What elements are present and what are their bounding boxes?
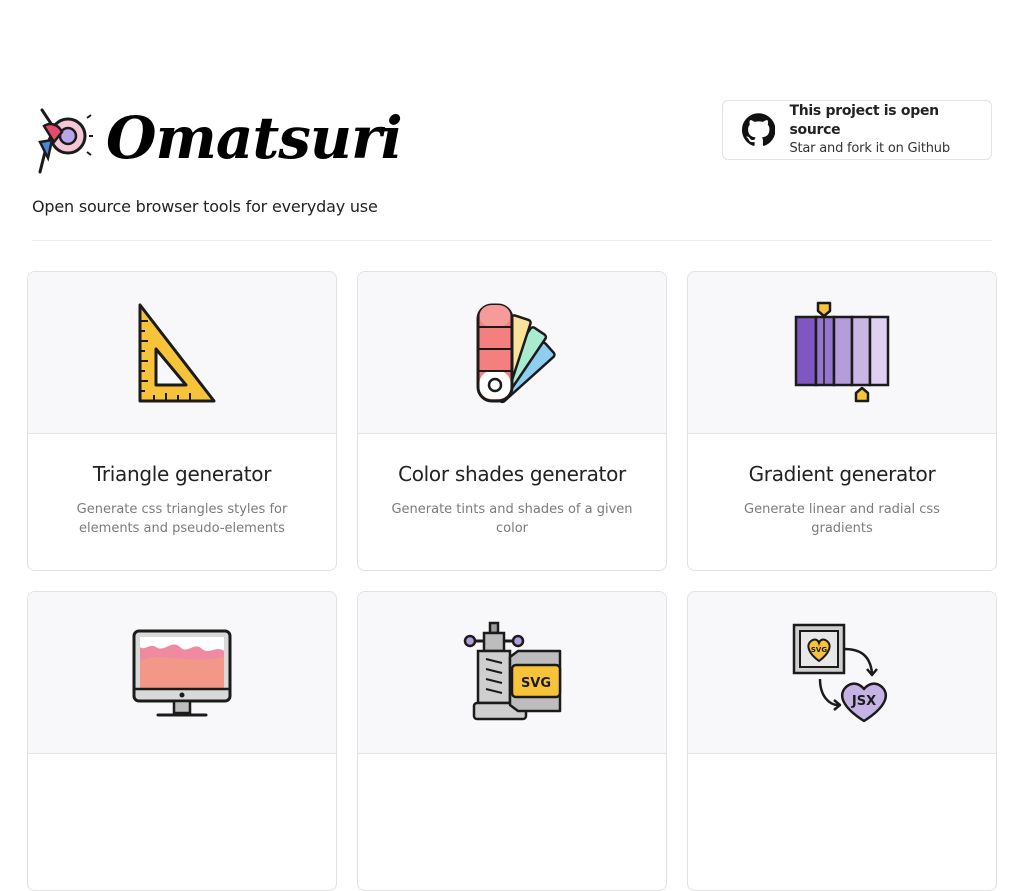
card-illustration: SVG <box>358 592 666 754</box>
set-square-icon <box>138 303 216 402</box>
card-illustration <box>358 272 666 434</box>
svg-text:SVG: SVG <box>811 646 827 654</box>
github-card-title: This project is open source <box>789 103 939 138</box>
tools-grid: Triangle generator Generate css triangle… <box>27 271 997 891</box>
card-title: Gradient generator <box>748 462 936 486</box>
card-title: Triangle generator <box>92 462 272 486</box>
logo-link[interactable]: Omatsuri <box>32 100 403 176</box>
card-illustration <box>28 272 336 434</box>
tool-card-triangle-generator[interactable]: Triangle generator Generate css triangle… <box>27 271 337 571</box>
omatsuri-mascot-icon <box>38 108 93 174</box>
svg-to-jsx-heart-icon: SVG JSX <box>792 623 887 722</box>
tool-card-svg-to-jsx[interactable]: SVG JSX <box>687 591 997 891</box>
color-swatch-fan-icon <box>476 303 556 403</box>
tagline: Open source browser tools for everyday u… <box>32 197 378 216</box>
tool-card-monitor[interactable] <box>27 591 337 891</box>
tool-card-gradient-generator[interactable]: Gradient generator Generate linear and r… <box>687 271 997 571</box>
tool-card-color-shades-generator[interactable]: Color shades generator Generate tints an… <box>357 271 667 571</box>
svg-text:SVG: SVG <box>521 676 551 691</box>
github-card-subtitle: Star and fork it on Github <box>789 141 950 156</box>
card-description: Generate linear and radial css gradients <box>744 502 940 536</box>
brand-name: Omatsuri <box>106 104 403 172</box>
monitor-icon <box>132 629 232 716</box>
github-icon <box>742 113 776 146</box>
card-description: Generate css triangles styles for elemen… <box>76 502 288 536</box>
card-title: Color shades generator <box>398 462 626 486</box>
tool-card-svg-compressor[interactable]: SVG <box>357 591 667 891</box>
github-link-card[interactable]: This project is open source Star and for… <box>722 100 992 160</box>
card-description: Generate tints and shades of a given col… <box>391 502 633 536</box>
page-header: Omatsuri Open source browser tools for e… <box>32 100 992 241</box>
card-illustration <box>688 272 996 434</box>
svg-text:JSX: JSX <box>851 694 876 709</box>
card-illustration <box>28 592 336 754</box>
svg-compressor-clamp-icon: SVG <box>463 621 562 720</box>
card-illustration: SVG JSX <box>688 592 996 754</box>
gradient-bars-icon <box>794 301 890 402</box>
